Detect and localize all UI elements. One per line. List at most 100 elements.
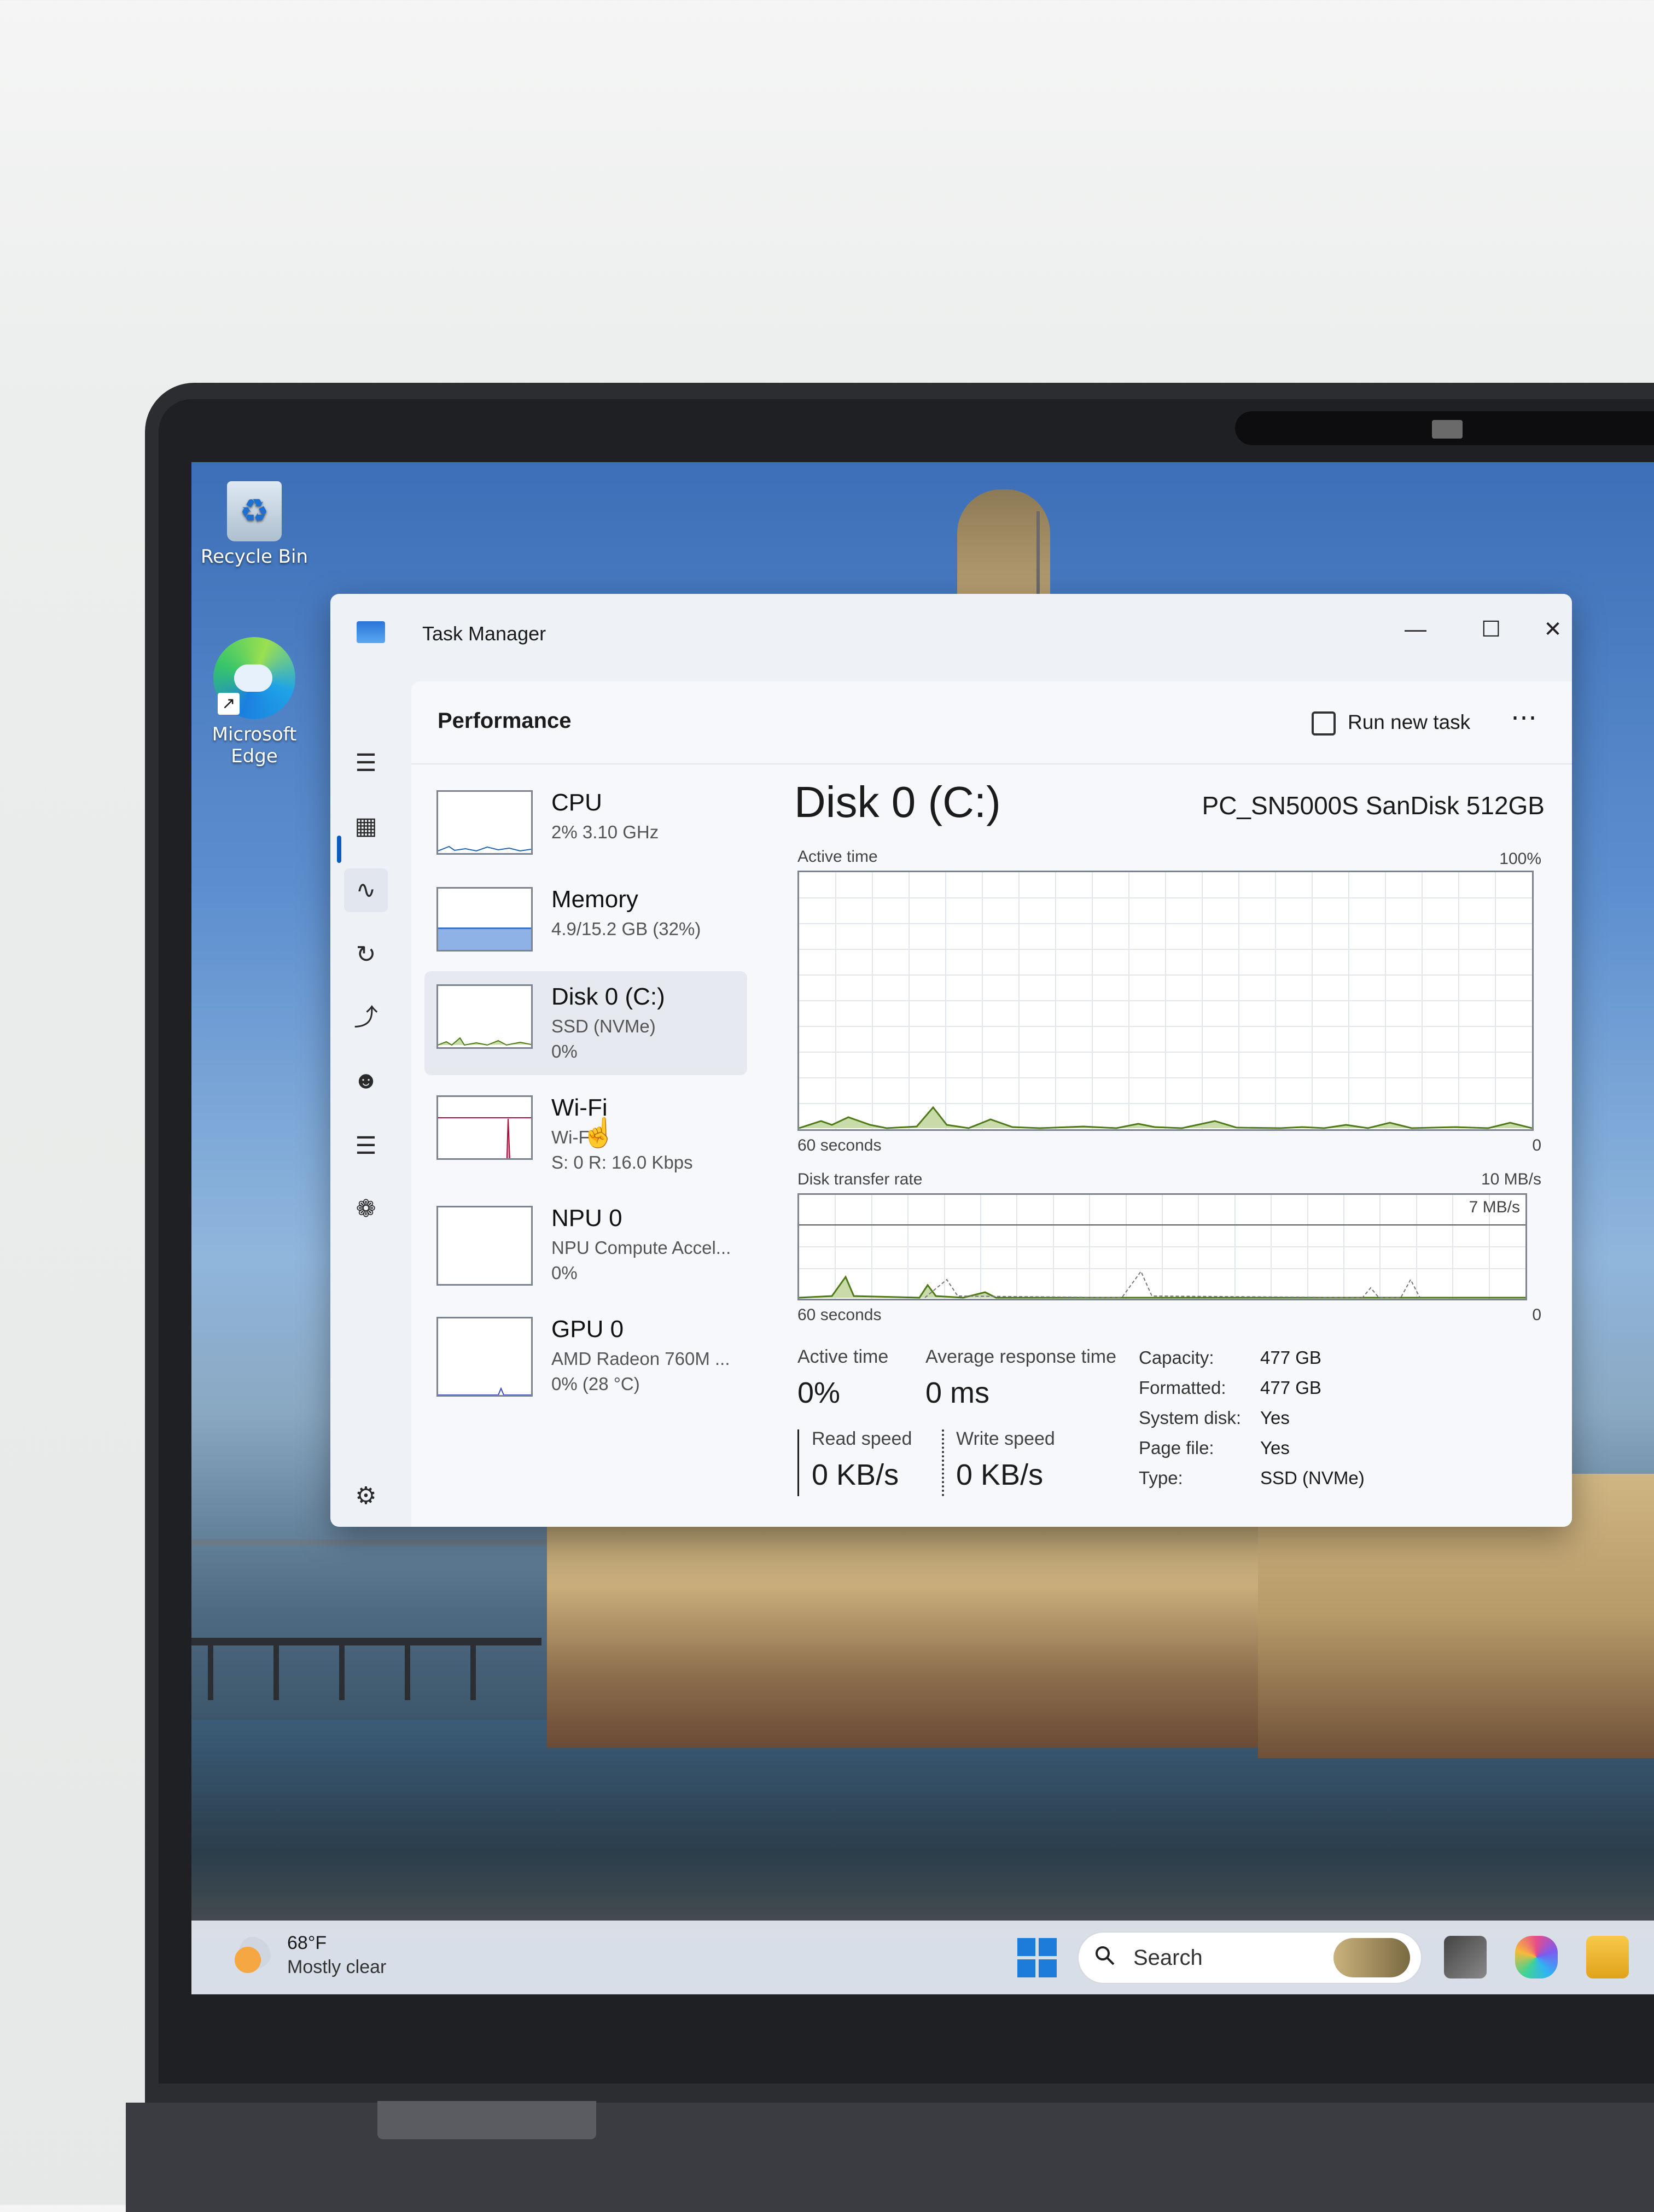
desktop-icon-recycle-bin[interactable]: ♻ Recycle Bin <box>200 481 309 568</box>
transfer-rate-inner-max: 7 MB/s <box>1469 1198 1520 1216</box>
write-speed-value: 0 KB/s <box>956 1458 1044 1491</box>
page-title: Performance <box>438 709 572 733</box>
memory-thumbnail-graph <box>436 887 533 952</box>
windows-logo-icon <box>1017 1959 1035 1977</box>
weather-moon-cloud-icon <box>232 1937 271 1975</box>
wallpaper-bridge <box>191 1539 547 1545</box>
app-history-icon[interactable]: ↻ <box>344 933 388 977</box>
capacity-value: 477 GB <box>1260 1347 1321 1368</box>
device-name: Memory <box>551 886 638 913</box>
close-button[interactable]: ✕ <box>1534 610 1572 649</box>
active-time-graph-max: 100% <box>1499 850 1541 868</box>
header-divider <box>411 763 1572 764</box>
pier-leg <box>273 1645 279 1700</box>
device-detail: AMD Radeon 760M ... <box>551 1349 730 1369</box>
device-gpu[interactable]: GPU 0 AMD Radeon 760M ... 0% (28 °C) <box>424 1304 747 1408</box>
device-detail: NPU Compute Accel... <box>551 1238 731 1258</box>
performance-icon[interactable]: ∿ <box>344 868 388 912</box>
weather-description: Mostly clear <box>287 1957 387 1977</box>
active-time-stat-value: 0% <box>797 1376 841 1409</box>
transfer-rate-graph-duration: 60 seconds <box>797 1306 882 1324</box>
file-explorer-icon[interactable] <box>1586 1936 1629 1978</box>
desktop-icon-label: Recycle Bin <box>200 546 308 568</box>
device-detail: 4.9/15.2 GB (32%) <box>551 919 701 939</box>
device-usage: 0% <box>551 1041 578 1061</box>
pier-leg <box>470 1645 476 1700</box>
minimize-button[interactable]: — <box>1383 610 1448 649</box>
transfer-rate-graph-max: 10 MB/s <box>1481 1170 1541 1188</box>
page-file-value: Yes <box>1260 1438 1290 1458</box>
details-icon[interactable]: ☰ <box>344 1124 388 1168</box>
taskbar: 68°F Mostly clear Search <box>191 1921 1654 1994</box>
startup-apps-icon[interactable]: ⤴ <box>344 996 388 1040</box>
title-bar[interactable]: Task Manager — ☐ ✕ <box>330 594 1572 681</box>
run-new-task-button[interactable]: Run new task <box>1312 703 1470 742</box>
maximize-button[interactable]: ☐ <box>1458 610 1524 649</box>
settings-gear-icon[interactable]: ⚙ <box>344 1474 388 1518</box>
windows-logo-icon <box>1017 1938 1035 1956</box>
device-usage: 0% <box>551 1263 578 1283</box>
laptop-base <box>126 2103 1654 2212</box>
device-detail: 2% 3.10 GHz <box>551 822 659 842</box>
processes-icon[interactable]: ▦ <box>344 804 388 848</box>
microsoft-365-copilot-icon[interactable] <box>1515 1936 1558 1978</box>
nav-active-indicator <box>337 836 341 863</box>
hamburger-menu-icon[interactable]: ☰ <box>344 742 388 785</box>
taskbar-search[interactable]: Search <box>1078 1931 1422 1984</box>
active-time-graph <box>797 871 1534 1131</box>
desktop-icon-label: Microsoft Edge <box>212 723 297 767</box>
windows-logo-icon <box>1039 1959 1057 1977</box>
device-memory[interactable]: Memory 4.9/15.2 GB (32%) <box>424 874 747 978</box>
performance-page: Performance Run new task ⋯ CPU 2% 3.10 G… <box>411 681 1572 1527</box>
disk-model: PC_SN5000S SanDisk 512GB <box>1202 791 1545 820</box>
device-cpu[interactable]: CPU 2% 3.10 GHz <box>424 777 747 881</box>
disk-title: Disk 0 (C:) <box>794 778 1001 826</box>
cpu-thumbnail-graph <box>436 790 533 855</box>
device-name: GPU 0 <box>551 1316 624 1343</box>
window-title: Task Manager <box>422 622 546 645</box>
gpu-thumbnail-graph <box>436 1317 533 1397</box>
active-time-stat-label: Active time <box>797 1346 889 1367</box>
avg-response-value: 0 ms <box>925 1376 990 1409</box>
search-placeholder: Search <box>1133 1946 1203 1970</box>
pier-leg <box>208 1645 213 1700</box>
wallpaper-pier <box>191 1638 541 1645</box>
task-manager-window: Task Manager — ☐ ✕ ☰ ▦ ∿ ↻ ⤴ ☻ ☰ ❁ ⚙ Per… <box>330 594 1572 1527</box>
laptop-hinge <box>377 2101 596 2139</box>
page-file-label: Page file: <box>1139 1438 1214 1458</box>
run-new-task-label: Run new task <box>1348 711 1471 733</box>
search-highlight-image <box>1333 1938 1410 1977</box>
type-label: Type: <box>1139 1468 1183 1488</box>
edge-icon: ↗ <box>213 637 295 719</box>
task-manager-app-icon <box>357 621 385 643</box>
read-speed-marker <box>797 1429 799 1496</box>
desktop-icon-edge[interactable]: ↗ Microsoft Edge <box>200 637 309 767</box>
formatted-label: Formatted: <box>1139 1378 1226 1398</box>
search-icon <box>1096 1946 1115 1965</box>
more-options-button[interactable]: ⋯ <box>1511 702 1538 733</box>
recycle-bin-icon: ♻ <box>227 481 282 541</box>
capacity-label: Capacity: <box>1139 1347 1214 1368</box>
avg-response-label: Average response time <box>925 1346 1117 1367</box>
device-npu[interactable]: NPU 0 NPU Compute Accel... 0% <box>424 1193 747 1297</box>
start-button[interactable] <box>1017 1938 1057 1977</box>
users-icon[interactable]: ☻ <box>344 1059 388 1102</box>
device-name: NPU 0 <box>551 1205 622 1232</box>
type-value: SSD (NVMe) <box>1260 1468 1365 1488</box>
device-throughput: S: 0 R: 16.0 Kbps <box>551 1152 693 1172</box>
formatted-value: 477 GB <box>1260 1378 1321 1398</box>
active-time-graph-label: Active time <box>797 848 878 866</box>
device-name: Disk 0 (C:) <box>551 983 665 1010</box>
active-time-graph-duration: 60 seconds <box>797 1136 882 1154</box>
write-speed-marker <box>942 1429 946 1496</box>
active-time-graph-min: 0 <box>1532 1136 1541 1154</box>
device-name: CPU <box>551 789 602 816</box>
shortcut-arrow-icon: ↗ <box>218 693 240 715</box>
device-disk[interactable]: Disk 0 (C:) SSD (NVMe) 0% <box>424 971 747 1075</box>
write-speed-label: Write speed <box>956 1428 1055 1449</box>
services-icon[interactable]: ❁ <box>344 1187 388 1231</box>
system-disk-label: System disk: <box>1139 1408 1242 1428</box>
run-task-icon <box>1312 711 1336 736</box>
transfer-rate-graph: 7 MB/s <box>797 1193 1527 1300</box>
task-view-icon[interactable] <box>1444 1936 1487 1978</box>
